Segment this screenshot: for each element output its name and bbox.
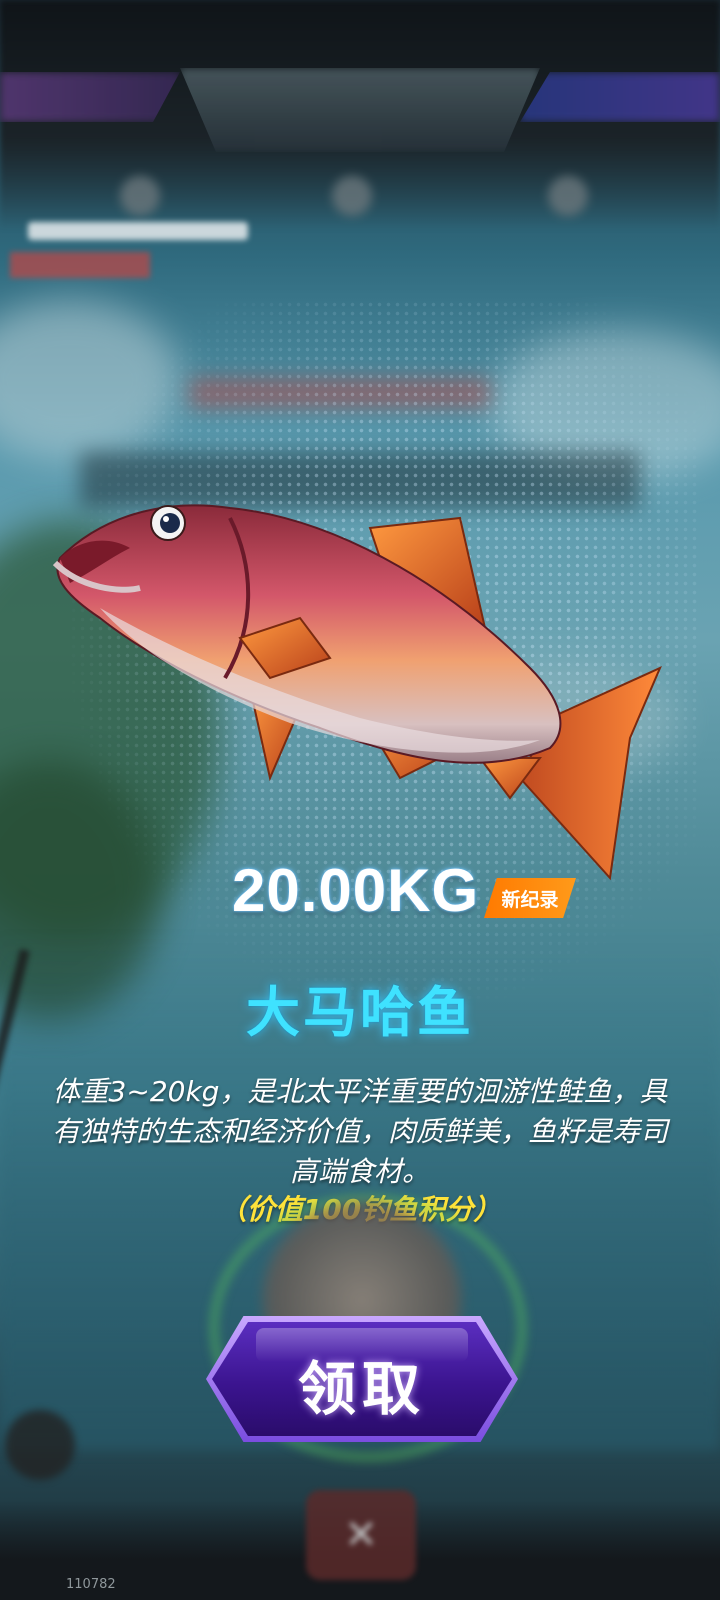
- blurred-icon: [332, 176, 372, 216]
- blurred-player-badge: [0, 72, 180, 122]
- blurred-icon: [120, 176, 160, 216]
- fish-name: 大马哈鱼: [246, 981, 474, 1044]
- fish-illustration: [52, 504, 662, 881]
- blurred-tag: [10, 252, 150, 278]
- claim-button-label: 领取: [297, 1355, 426, 1423]
- new-record-label: 新纪录: [501, 889, 559, 911]
- weight-row: 20.00KG 新纪录: [0, 856, 720, 936]
- blurred-currency-badge: [520, 72, 720, 122]
- blurred-title-plate: [180, 68, 540, 152]
- blurred-progress-bar: [28, 222, 248, 240]
- build-id: 110782: [66, 1577, 116, 1592]
- fish-description: 体重3~20kg，是北太平洋重要的洄游性鲑鱼，具有独特的生态和经济价值，肉质鲜美…: [51, 1075, 668, 1188]
- close-icon: ✕: [344, 1512, 378, 1558]
- background-fishing-reel: [5, 1410, 75, 1480]
- catch-result-screen: 20.00KG 新纪录 大马哈鱼 体重3~20kg，是北太平洋重要的洄游性鲑鱼，…: [0, 0, 720, 1600]
- blurred-icon: [548, 176, 588, 216]
- claim-button[interactable]: 领取: [206, 1316, 518, 1442]
- close-button[interactable]: ✕: [306, 1490, 416, 1580]
- new-record-badge: 新纪录: [484, 878, 576, 918]
- catch-weight: 20.00KG: [232, 857, 480, 924]
